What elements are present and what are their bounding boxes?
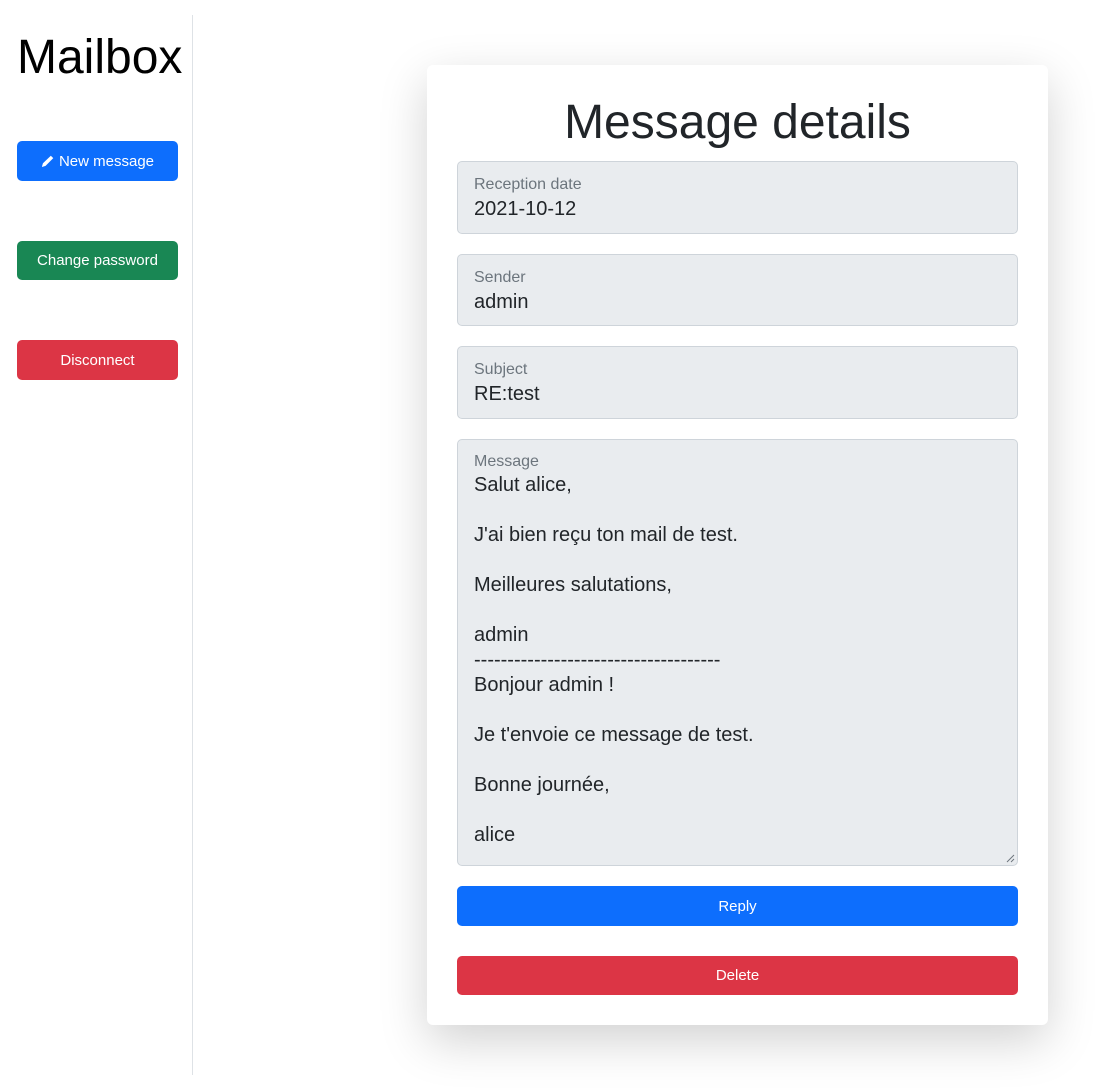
new-message-button[interactable]: New message — [17, 141, 178, 181]
delete-button[interactable]: Delete — [457, 956, 1018, 995]
disconnect-label: Disconnect — [60, 351, 135, 369]
change-password-button[interactable]: Change password — [17, 241, 178, 280]
message-details-card: Message details Reception date 2021-10-1… — [427, 65, 1048, 1025]
reception-date-field: Reception date 2021-10-12 — [457, 161, 1018, 234]
message-label: Message — [474, 453, 539, 470]
reception-date-value: 2021-10-12 — [474, 198, 577, 220]
message-body: Salut alice, J'ai bien reçu ton mail de … — [474, 474, 754, 846]
subject-field: Subject RE:test — [457, 346, 1018, 419]
change-password-label: Change password — [37, 252, 158, 269]
pencil-icon — [41, 155, 54, 167]
page-title: Message details — [564, 96, 911, 149]
reply-button[interactable]: Reply — [457, 886, 1018, 926]
subject-value: RE:test — [474, 383, 540, 405]
brand-title: Mailbox — [17, 31, 183, 84]
message-textarea[interactable]: Message Salut alice, J'ai bien reçu ton … — [457, 439, 1018, 866]
new-message-label: New message — [58, 152, 155, 170]
sender-label: Sender — [474, 269, 526, 286]
sender-field: Sender admin — [457, 254, 1018, 326]
disconnect-button[interactable]: Disconnect — [17, 340, 178, 380]
sidebar: Mailbox New message Change password Disc… — [0, 15, 193, 1075]
resize-handle-icon[interactable] — [1005, 853, 1015, 863]
sender-value: admin — [474, 291, 529, 313]
subject-label: Subject — [474, 361, 528, 378]
reception-date-label: Reception date — [474, 176, 582, 193]
